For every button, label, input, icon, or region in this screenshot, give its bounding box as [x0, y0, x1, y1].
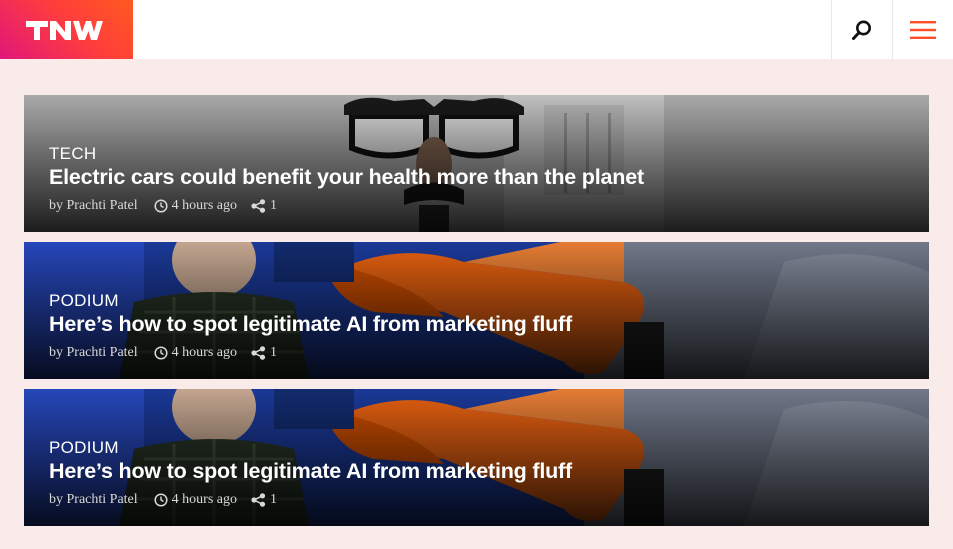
article-card[interactable]: PODIUM Here’s how to spot legitimate AI … — [24, 389, 929, 526]
article-text: PODIUM Here’s how to spot legitimate AI … — [49, 438, 909, 508]
article-text: PODIUM Here’s how to spot legitimate AI … — [49, 291, 909, 361]
article-meta: by Prachti Patel 4 hours ago 1 — [49, 345, 909, 361]
top-bar — [0, 0, 953, 59]
article-meta: by Prachti Patel 4 hours ago 1 — [49, 198, 909, 214]
search-icon — [852, 20, 871, 40]
article-category[interactable]: PODIUM — [49, 291, 909, 311]
article-time: 4 hours ago — [171, 345, 237, 360]
menu-button[interactable] — [892, 0, 953, 59]
article-card[interactable]: PODIUM Here’s how to spot legitimate AI … — [24, 242, 929, 379]
tnw-logo-mark — [25, 20, 103, 40]
article-category[interactable]: TECH — [49, 144, 909, 164]
share-count: 1 — [269, 492, 277, 507]
article-author[interactable]: by Prachti Patel — [49, 492, 138, 508]
share-icon[interactable] — [251, 493, 266, 507]
article-card[interactable]: TECH Electric cars could benefit your he… — [24, 95, 929, 232]
article-text: TECH Electric cars could benefit your he… — [49, 144, 909, 214]
clock-icon — [154, 346, 168, 360]
search-button[interactable] — [831, 0, 892, 59]
article-title[interactable]: Here’s how to spot legitimate AI from ma… — [49, 458, 909, 484]
share-icon[interactable] — [251, 346, 266, 360]
share-count: 1 — [269, 198, 277, 213]
article-meta: by Prachti Patel 4 hours ago 1 — [49, 492, 909, 508]
clock-icon — [154, 493, 168, 507]
article-author[interactable]: by Prachti Patel — [49, 198, 138, 214]
clock-icon — [154, 199, 168, 213]
share-count: 1 — [269, 345, 277, 360]
share-icon[interactable] — [251, 199, 266, 213]
article-author[interactable]: by Prachti Patel — [49, 345, 138, 361]
hamburger-menu-icon — [910, 20, 936, 39]
article-time: 4 hours ago — [171, 198, 237, 213]
article-time: 4 hours ago — [171, 492, 237, 507]
tnw-logo[interactable] — [0, 0, 133, 59]
article-category[interactable]: PODIUM — [49, 438, 909, 458]
article-title[interactable]: Electric cars could benefit your health … — [49, 164, 909, 190]
article-title[interactable]: Here’s how to spot legitimate AI from ma… — [49, 311, 909, 337]
